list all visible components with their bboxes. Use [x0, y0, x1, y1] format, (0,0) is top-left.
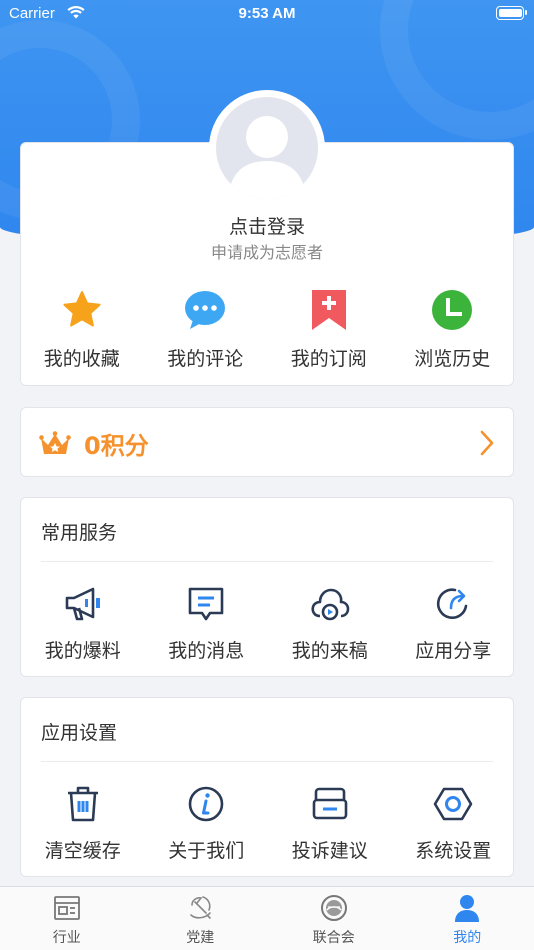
favorites-label: 我的收藏 — [43, 348, 120, 370]
quick-actions-row: 我的收藏 我的评论 我的订阅 浏览历史 — [20, 284, 514, 374]
points-value: 0积分 — [84, 432, 149, 460]
cloud-upload-icon — [310, 584, 350, 624]
tab-party-building-label: 党建 — [186, 930, 215, 946]
common-services-card: 常用服务 我的爆料 我的消息 我的来稿 应用分享 — [20, 497, 514, 677]
tab-mine-label: 我的 — [453, 930, 482, 946]
history-label: 浏览历史 — [414, 348, 491, 370]
app-settings-card: 应用设置 清空缓存 关于我们 投诉建议 系统设置 — [20, 697, 514, 877]
tab-industry[interactable]: 行业 — [0, 887, 134, 950]
comments-label: 我的评论 — [167, 348, 244, 370]
tab-mine[interactable]: 我的 — [401, 887, 534, 950]
my-messages-label: 我的消息 — [168, 640, 245, 662]
battery-icon — [496, 6, 527, 20]
system-settings-button[interactable]: 系统设置 — [392, 778, 516, 868]
star-icon — [60, 288, 104, 332]
message-icon — [186, 584, 226, 624]
share-icon — [433, 584, 473, 624]
trash-icon — [63, 784, 103, 824]
federation-icon — [319, 893, 349, 923]
about-us-label: 关于我们 — [168, 840, 245, 862]
clear-cache-button[interactable]: 清空缓存 — [21, 778, 145, 868]
clock-icon — [430, 288, 474, 332]
share-app-button[interactable]: 应用分享 — [392, 578, 516, 668]
tab-party-building[interactable]: 党建 — [134, 887, 268, 950]
share-app-label: 应用分享 — [415, 640, 492, 662]
system-settings-label: 系统设置 — [415, 840, 492, 862]
services-section-title: 常用服务 — [41, 522, 118, 544]
divider — [41, 561, 493, 562]
avatar[interactable] — [216, 97, 318, 199]
feedback-button[interactable]: 投诉建议 — [268, 778, 392, 868]
hexagon-settings-icon — [433, 784, 473, 824]
settings-section-title: 应用设置 — [41, 722, 118, 744]
chat-bubble-icon — [183, 288, 227, 332]
services-grid: 我的爆料 我的消息 我的来稿 应用分享 — [21, 578, 515, 668]
person-icon — [452, 893, 482, 923]
default-avatar-icon — [228, 116, 306, 199]
info-icon — [186, 784, 226, 824]
volunteer-apply-link[interactable]: 申请成为志愿者 — [0, 239, 534, 263]
my-tipoffs-button[interactable]: 我的爆料 — [21, 578, 145, 668]
divider — [41, 761, 493, 762]
clock-time: 9:53 AM — [238, 5, 296, 22]
chevron-right-icon — [479, 430, 495, 460]
crown-icon — [39, 431, 71, 461]
megaphone-icon — [63, 584, 103, 624]
clear-cache-label: 清空缓存 — [44, 840, 121, 862]
my-submissions-label: 我的来稿 — [291, 640, 368, 662]
my-submissions-button[interactable]: 我的来稿 — [268, 578, 392, 668]
status-bar: Carrier 9:53 AM — [0, 0, 534, 28]
subscriptions-label: 我的订阅 — [290, 348, 367, 370]
bookmark-plus-icon — [307, 288, 351, 332]
subscriptions-button[interactable]: 我的订阅 — [267, 284, 391, 374]
comments-button[interactable]: 我的评论 — [144, 284, 268, 374]
about-us-button[interactable]: 关于我们 — [145, 778, 269, 868]
feedback-label: 投诉建议 — [291, 840, 368, 862]
history-button[interactable]: 浏览历史 — [391, 284, 515, 374]
tab-federation-label: 联合会 — [312, 930, 355, 946]
settings-grid: 清空缓存 关于我们 投诉建议 系统设置 — [21, 778, 515, 868]
my-tipoffs-label: 我的爆料 — [44, 640, 121, 662]
points-card[interactable]: 0积分 — [20, 407, 514, 477]
my-messages-button[interactable]: 我的消息 — [145, 578, 269, 668]
industry-icon — [52, 893, 82, 923]
favorites-button[interactable]: 我的收藏 — [20, 284, 144, 374]
tab-industry-label: 行业 — [52, 930, 81, 946]
bottom-tab-bar: 行业 党建 联合会 我的 — [0, 886, 534, 950]
complaint-icon — [310, 784, 350, 824]
party-icon — [185, 893, 215, 923]
login-link[interactable]: 点击登录 — [0, 212, 534, 239]
tab-federation[interactable]: 联合会 — [267, 887, 401, 950]
